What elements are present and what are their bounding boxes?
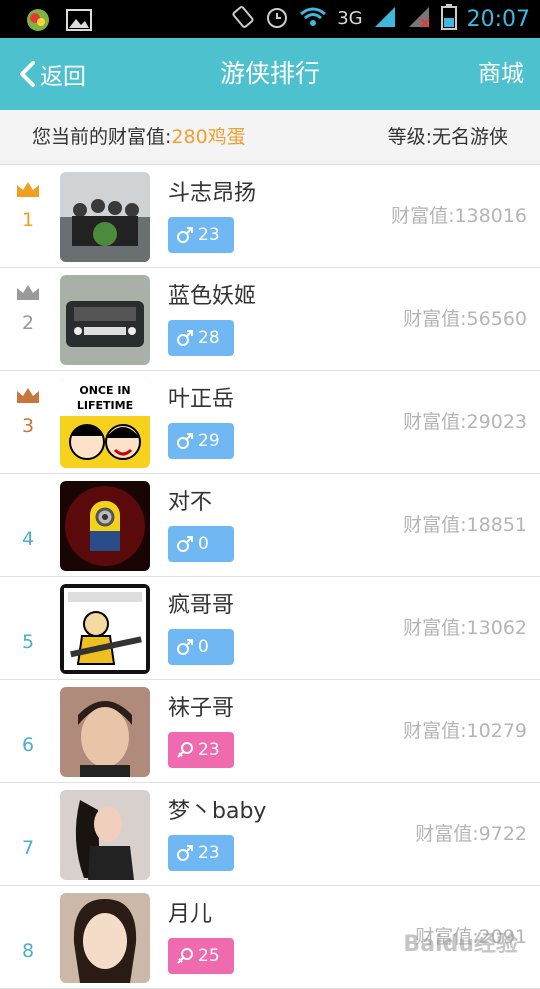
rank-number: 6 bbox=[21, 734, 35, 756]
signal-icon bbox=[373, 5, 397, 33]
user-name: 叶正岳 bbox=[168, 387, 235, 412]
user-name: 梦丶baby bbox=[168, 799, 267, 824]
avatar[interactable] bbox=[60, 481, 150, 571]
rotate-icon bbox=[231, 5, 255, 33]
avatar[interactable] bbox=[60, 275, 150, 365]
wealth-value: 财富值:138016 bbox=[391, 205, 527, 227]
svg-text:LIFETIME: LIFETIME bbox=[77, 399, 133, 412]
age: 23 bbox=[198, 740, 220, 760]
avatar-text: ONCE IN bbox=[79, 384, 130, 397]
watermark: Baidu经验 bbox=[403, 932, 518, 957]
user-name: 蓝色妖姬 bbox=[168, 284, 257, 309]
wealth-value: 财富值:10279 bbox=[403, 720, 527, 742]
rank-number: 2 bbox=[21, 312, 35, 334]
current-wealth-label: 您当前的财富值: bbox=[32, 126, 172, 148]
age: 29 bbox=[198, 431, 220, 451]
rank-box: 2 bbox=[0, 268, 56, 370]
male-icon bbox=[176, 535, 194, 553]
user-name: 对不 bbox=[168, 490, 213, 515]
battery-icon bbox=[440, 4, 457, 34]
user-name: 袜子哥 bbox=[168, 696, 235, 721]
avatar[interactable] bbox=[60, 790, 150, 880]
signal-icon-2 bbox=[407, 5, 431, 33]
ranking-row[interactable]: 6 袜子哥 23 财富值:10279 bbox=[0, 680, 540, 783]
rank-number: 3 bbox=[21, 415, 35, 437]
gender-age-badge: 29 bbox=[168, 423, 234, 459]
avatar[interactable] bbox=[60, 687, 150, 777]
ranking-row[interactable]: 7 梦丶baby 23 财富值:9722 bbox=[0, 783, 540, 886]
wifi-icon bbox=[299, 6, 327, 32]
ranking-row[interactable]: 1 斗志昂扬 23 财富值:138016 bbox=[0, 165, 540, 268]
user-name: 疯哥哥 bbox=[168, 593, 235, 618]
ranking-row[interactable]: 5 疯哥哥 0 财富值:13062 bbox=[0, 577, 540, 680]
wealth-value: 财富值:13062 bbox=[403, 617, 527, 639]
female-icon bbox=[176, 947, 194, 965]
age: 23 bbox=[198, 225, 220, 245]
gender-age-badge: 23 bbox=[168, 217, 234, 253]
gender-age-badge: 23 bbox=[168, 835, 234, 871]
male-icon bbox=[176, 226, 194, 244]
wealth-value: 财富值:9722 bbox=[415, 823, 527, 845]
wealth-value: 财富值:29023 bbox=[403, 411, 527, 433]
wealth-value: 财富值:18851 bbox=[403, 514, 527, 536]
rank-number: 7 bbox=[21, 837, 35, 859]
avatar[interactable]: ONCE IN LIFETIME bbox=[60, 378, 150, 468]
page-title: 游侠排行 bbox=[219, 59, 320, 88]
status-time: 20:07 bbox=[466, 6, 530, 32]
gender-age-badge: 0 bbox=[168, 629, 234, 665]
ranking-row[interactable]: 3 ONCE IN LIFETIME 叶正岳 29 财富值:29023 bbox=[0, 371, 540, 474]
age: 0 bbox=[198, 637, 209, 657]
male-icon bbox=[176, 329, 194, 347]
rank-box: 1 bbox=[0, 165, 56, 267]
alarm-icon bbox=[265, 5, 289, 33]
rank-number: 1 bbox=[21, 209, 35, 231]
gender-age-badge: 23 bbox=[168, 732, 234, 768]
header-bar: 返回 游侠排行 商城 bbox=[0, 38, 540, 110]
rank-box: 3 bbox=[0, 371, 56, 473]
user-level: 等级:无名游侠 bbox=[387, 126, 508, 148]
wealth-summary: 您当前的财富值:280鸡蛋 等级:无名游侠 bbox=[0, 110, 540, 165]
age: 25 bbox=[198, 946, 220, 966]
wealth-value: 财富值:56560 bbox=[403, 308, 527, 330]
ranking-list: 1 斗志昂扬 23 财富值:138016 2 蓝色妖姬 28 财富值:56560 bbox=[0, 165, 540, 989]
rank-box: 6 bbox=[0, 680, 56, 782]
silver-crown-icon bbox=[15, 282, 41, 302]
gender-age-badge: 28 bbox=[168, 320, 234, 356]
avatar[interactable] bbox=[60, 893, 150, 983]
rank-number: 8 bbox=[21, 940, 35, 962]
user-name: 斗志昂扬 bbox=[168, 181, 257, 206]
age: 28 bbox=[198, 328, 220, 348]
rank-box: 8 bbox=[0, 886, 56, 988]
avatar[interactable] bbox=[60, 584, 150, 674]
mall-button[interactable]: 商城 bbox=[478, 38, 524, 110]
gender-age-badge: 25 bbox=[168, 938, 234, 974]
gender-age-badge: 0 bbox=[168, 526, 234, 562]
image-icon bbox=[66, 9, 92, 35]
age: 23 bbox=[198, 843, 220, 863]
network-type: 3G bbox=[337, 8, 363, 29]
current-wealth-value: 280鸡蛋 bbox=[171, 126, 246, 148]
age: 0 bbox=[198, 534, 209, 554]
ranking-row[interactable]: 4 对不 0 财富值:18851 bbox=[0, 474, 540, 577]
male-icon bbox=[176, 432, 194, 450]
bronze-crown-icon bbox=[15, 385, 41, 405]
avatar[interactable] bbox=[60, 172, 150, 262]
rank-box: 7 bbox=[0, 783, 56, 885]
status-bar: 3G 20:07 bbox=[0, 0, 540, 38]
male-icon bbox=[176, 844, 194, 862]
user-name: 月儿 bbox=[168, 902, 213, 927]
rank-box: 4 bbox=[0, 474, 56, 576]
gold-crown-icon bbox=[15, 179, 41, 199]
rank-number: 4 bbox=[21, 528, 35, 550]
app-icon bbox=[24, 7, 52, 37]
female-icon bbox=[176, 741, 194, 759]
current-wealth: 您当前的财富值:280鸡蛋 bbox=[32, 110, 246, 164]
rank-box: 5 bbox=[0, 577, 56, 679]
rank-number: 5 bbox=[21, 631, 35, 653]
ranking-row[interactable]: 2 蓝色妖姬 28 财富值:56560 bbox=[0, 268, 540, 371]
male-icon bbox=[176, 638, 194, 656]
